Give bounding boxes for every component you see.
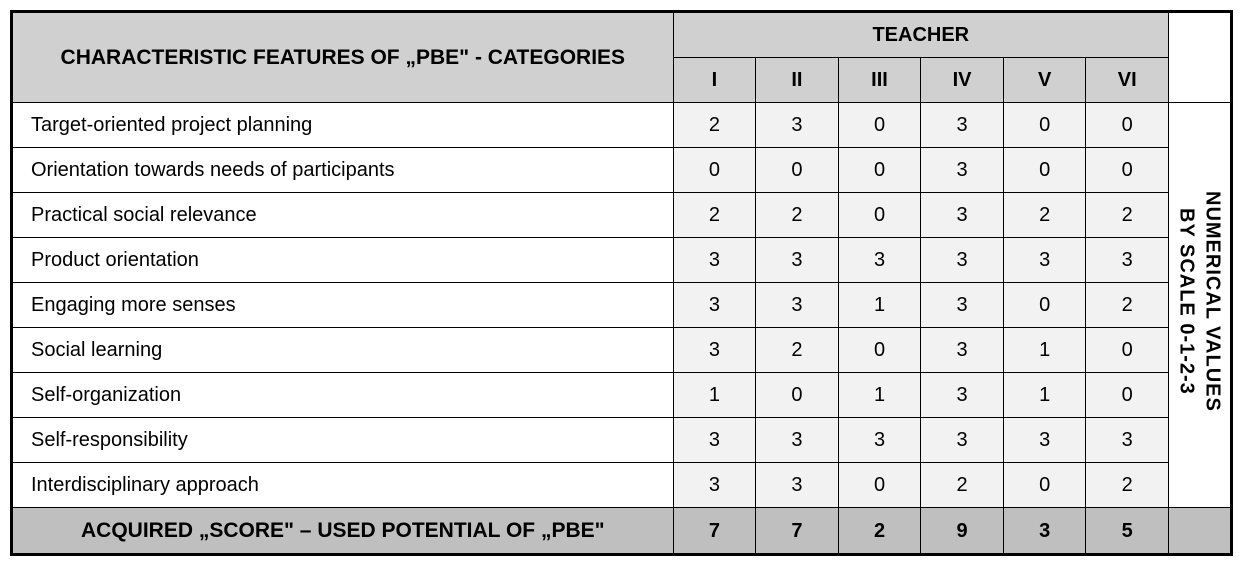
footer-val: 5 — [1086, 508, 1169, 554]
val: 0 — [838, 103, 921, 148]
val: 2 — [756, 328, 839, 373]
val: 0 — [1003, 148, 1086, 193]
col-v: V — [1003, 58, 1086, 103]
val: 3 — [756, 463, 839, 508]
row-label: Social learning — [13, 328, 674, 373]
val: 3 — [921, 418, 1004, 463]
row-label: Practical social relevance — [13, 193, 674, 238]
side-line2: BY SCALE 0-1-2-3 — [1175, 208, 1197, 395]
val: 3 — [673, 238, 756, 283]
val: 0 — [1086, 103, 1169, 148]
val: 3 — [673, 418, 756, 463]
val: 3 — [673, 463, 756, 508]
footer-val: 7 — [756, 508, 839, 554]
footer-label: ACQUIRED „SCORE" – USED POTENTIAL OF „PB… — [13, 508, 674, 554]
val: 2 — [921, 463, 1004, 508]
val: 0 — [1086, 373, 1169, 418]
val: 0 — [1086, 328, 1169, 373]
col-iv: IV — [921, 58, 1004, 103]
val: 3 — [756, 418, 839, 463]
col-i: I — [673, 58, 756, 103]
val: 0 — [838, 193, 921, 238]
val: 3 — [1003, 238, 1086, 283]
footer-val: 7 — [673, 508, 756, 554]
row-label: Orientation towards needs of participant… — [13, 148, 674, 193]
row-label: Target-oriented project planning — [13, 103, 674, 148]
val: 0 — [756, 373, 839, 418]
val: 1 — [1003, 328, 1086, 373]
table-row: Product orientation 3 3 3 3 3 3 — [13, 238, 1231, 283]
val: 3 — [921, 193, 1004, 238]
val: 3 — [673, 328, 756, 373]
val: 0 — [673, 148, 756, 193]
val: 3 — [756, 283, 839, 328]
val: 0 — [838, 148, 921, 193]
val: 0 — [756, 148, 839, 193]
val: 3 — [921, 373, 1004, 418]
val: 3 — [838, 238, 921, 283]
val: 3 — [838, 418, 921, 463]
col-ii: II — [756, 58, 839, 103]
val: 2 — [1086, 193, 1169, 238]
val: 0 — [1003, 283, 1086, 328]
val: 2 — [756, 193, 839, 238]
val: 3 — [1003, 418, 1086, 463]
val: 0 — [1086, 148, 1169, 193]
table-row: Self-responsibility 3 3 3 3 3 3 — [13, 418, 1231, 463]
val: 3 — [1086, 238, 1169, 283]
footer-val: 2 — [838, 508, 921, 554]
val: 3 — [1086, 418, 1169, 463]
row-label: Engaging more senses — [13, 283, 674, 328]
val: 2 — [673, 193, 756, 238]
val: 0 — [1003, 103, 1086, 148]
table-row: Self-organization 1 0 1 3 1 0 — [13, 373, 1231, 418]
val: 3 — [756, 103, 839, 148]
val: 2 — [673, 103, 756, 148]
val: 1 — [1003, 373, 1086, 418]
row-label: Interdisciplinary approach — [13, 463, 674, 508]
footer-val: 9 — [921, 508, 1004, 554]
footer-row: ACQUIRED „SCORE" – USED POTENTIAL OF „PB… — [13, 508, 1231, 554]
row-label: Self-responsibility — [13, 418, 674, 463]
header-categories: CHARACTERISTIC FEATURES OF „PBE" - CATEG… — [13, 13, 674, 103]
table-row: Engaging more senses 3 3 1 3 0 2 — [13, 283, 1231, 328]
col-iii: III — [838, 58, 921, 103]
val: 2 — [1086, 283, 1169, 328]
pbe-table: CHARACTERISTIC FEATURES OF „PBE" - CATEG… — [10, 10, 1233, 556]
col-vi: VI — [1086, 58, 1169, 103]
table-row: Orientation towards needs of participant… — [13, 148, 1231, 193]
footer-val: 3 — [1003, 508, 1086, 554]
table-row: Interdisciplinary approach 3 3 0 2 0 2 — [13, 463, 1231, 508]
row-label: Product orientation — [13, 238, 674, 283]
val: 0 — [838, 463, 921, 508]
row-label: Self-organization — [13, 373, 674, 418]
val: 0 — [1003, 463, 1086, 508]
val: 1 — [673, 373, 756, 418]
val: 3 — [921, 238, 1004, 283]
val: 3 — [921, 103, 1004, 148]
table-row: Practical social relevance 2 2 0 3 2 2 — [13, 193, 1231, 238]
side-blank-top — [1168, 13, 1230, 103]
header-teacher: TEACHER — [673, 13, 1168, 58]
side-blank-bottom — [1168, 508, 1230, 554]
val: 3 — [921, 328, 1004, 373]
table-row: Target-oriented project planning 2 3 0 3… — [13, 103, 1231, 148]
side-line1: NUMERICAL VALUES — [1201, 191, 1223, 412]
val: 3 — [921, 148, 1004, 193]
val: 3 — [756, 238, 839, 283]
val: 1 — [838, 283, 921, 328]
table-row: Social learning 3 2 0 3 1 0 — [13, 328, 1231, 373]
val: 3 — [673, 283, 756, 328]
val: 3 — [921, 283, 1004, 328]
val: 1 — [838, 373, 921, 418]
val: 2 — [1003, 193, 1086, 238]
side-label: NUMERICAL VALUES BY SCALE 0-1-2-3 — [1168, 103, 1230, 508]
val: 2 — [1086, 463, 1169, 508]
val: 0 — [838, 328, 921, 373]
